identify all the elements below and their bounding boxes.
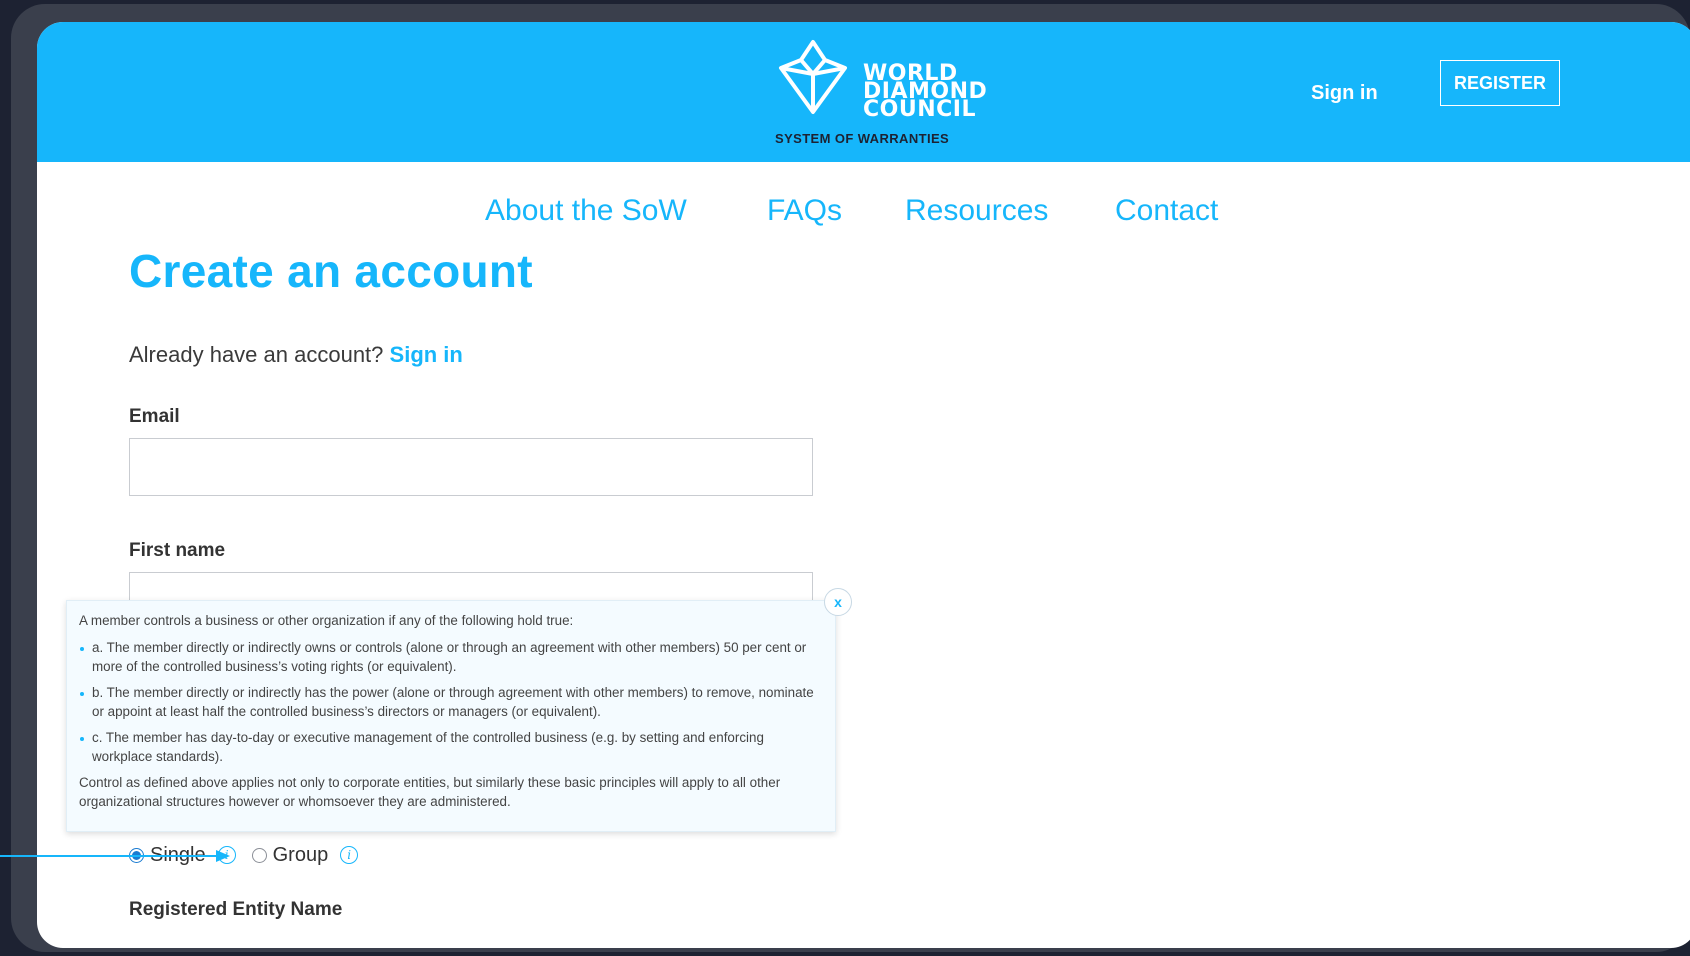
browser-viewport: WORLD DIAMOND COUNCIL SYSTEM OF WARRANTI…	[37, 22, 1690, 948]
first-name-label: First name	[129, 540, 226, 561]
tooltip-list: a. The member directly or indirectly own…	[79, 638, 823, 766]
group-radio-label[interactable]: Group	[273, 844, 329, 867]
nav-item-faqs[interactable]: FAQs	[767, 194, 842, 228]
nav-item-about[interactable]: About the SoW	[485, 194, 687, 228]
tooltip-intro: A member controls a business or other or…	[79, 613, 574, 628]
signin-link[interactable]: Sign in	[390, 342, 463, 367]
page-title: Create an account	[129, 245, 533, 297]
nav-item-resources[interactable]: Resources	[905, 194, 1048, 228]
registered-entity-label: Registered Entity Name	[129, 899, 343, 920]
pointer-arrow-icon	[0, 850, 230, 862]
logo-text-council: COUNCIL	[863, 97, 976, 122]
site-logo[interactable]: WORLD DIAMOND COUNCIL SYSTEM OF WARRANTI…	[773, 38, 1003, 148]
control-definition-tooltip: A member controls a business or other or…	[66, 600, 836, 832]
email-label: Email	[129, 406, 180, 427]
tooltip-item-b: b. The member directly or indirectly has…	[79, 683, 823, 721]
logo-subtitle: SYSTEM OF WARRANTIES	[775, 131, 950, 146]
group-info-icon[interactable]: i	[340, 846, 359, 864]
group-radio[interactable]	[251, 847, 267, 863]
main-nav: About the SoW FAQs Resources Contact	[37, 194, 1690, 234]
already-text: Already have an account?	[129, 342, 384, 367]
tooltip-footer: Control as defined above applies not onl…	[79, 775, 781, 809]
email-field[interactable]	[129, 438, 813, 496]
site-header: WORLD DIAMOND COUNCIL SYSTEM OF WARRANTI…	[37, 22, 1690, 162]
device-frame: WORLD DIAMOND COUNCIL SYSTEM OF WARRANTI…	[11, 4, 1690, 952]
header-signin-link[interactable]: Sign in	[1311, 82, 1378, 105]
register-button[interactable]: REGISTER	[1440, 60, 1560, 106]
tooltip-item-a: a. The member directly or indirectly own…	[79, 638, 823, 676]
nav-item-contact[interactable]: Contact	[1115, 194, 1218, 228]
close-icon[interactable]: x	[824, 588, 852, 616]
tooltip-item-c: c. The member has day-to-day or executiv…	[79, 728, 823, 766]
already-have-account: Already have an account? Sign in	[129, 342, 463, 368]
diamond-logo-icon	[779, 40, 847, 114]
